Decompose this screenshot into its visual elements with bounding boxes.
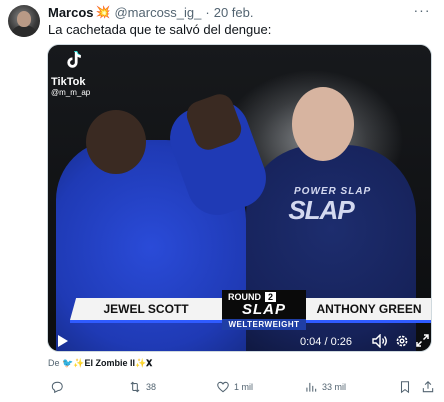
share-icon: [422, 381, 434, 393]
tweet-date[interactable]: 20 feb.: [214, 5, 254, 20]
tiktok-brand: TikTok: [51, 76, 86, 88]
fighter-left-name: JEWEL SCOTT: [70, 298, 222, 320]
author-handle[interactable]: @marcoss_ig_: [114, 5, 201, 20]
fighter-right-head: [292, 87, 354, 161]
like-count: 1 mil: [234, 382, 254, 392]
bookmark-button[interactable]: [398, 378, 416, 396]
attribution-prefix: De: [48, 358, 60, 368]
fighter-left-stripe: [70, 320, 222, 323]
retweet-button[interactable]: 38: [128, 378, 156, 396]
bookmark-icon: [400, 381, 410, 394]
settings-icon[interactable]: [394, 334, 410, 350]
tweet-actions: 38 1 mil 33 mil: [48, 378, 434, 396]
tiktok-username: @m_m_ap: [51, 88, 91, 97]
like-button[interactable]: 1 mil: [216, 378, 253, 396]
author-decoration: 💥: [95, 5, 111, 19]
fighter-left-head: [86, 110, 146, 174]
video-player[interactable]: POWER SLAP SLAP TikTok @m_m_ap JEWEL SCOT…: [47, 44, 432, 352]
fighter-right-name: ANTHONY GREEN: [306, 298, 431, 320]
video-attribution: De 🐦✨El Zombie II✨𝐗: [48, 358, 152, 369]
heart-icon: [217, 381, 229, 393]
video-controls: 0:04 / 0:26: [48, 331, 431, 351]
shirt-logo-text: POWER SLAP: [294, 186, 372, 197]
division-label: WELTERWEIGHT: [222, 319, 306, 330]
shirt-logo: POWER SLAP SLAP: [288, 186, 372, 225]
volume-icon[interactable]: [371, 333, 389, 350]
play-icon[interactable]: [56, 334, 70, 350]
tweet: Marcos 💥 @marcoss_ig_ · 20 feb. ··· La c…: [0, 0, 444, 402]
tweet-text: La cachetada que te salvó del dengue:: [48, 22, 272, 37]
tweet-header: Marcos 💥 @marcoss_ig_ · 20 feb.: [48, 4, 254, 20]
slap-logo: SLAP: [241, 301, 286, 318]
tiktok-icon: [67, 51, 81, 68]
reply-button[interactable]: [50, 378, 68, 396]
attribution-source[interactable]: 🐦✨El Zombie II✨𝐗: [62, 358, 152, 368]
tiktok-watermark: TikTok @m_m_ap: [51, 49, 90, 97]
reply-icon: [51, 381, 63, 394]
fullscreen-icon[interactable]: [415, 334, 429, 350]
separator: ·: [205, 4, 210, 20]
more-options-icon[interactable]: ···: [412, 3, 432, 20]
video-time: 0:04 / 0:26: [300, 336, 352, 348]
share-button[interactable]: [421, 378, 439, 396]
fight-lower-third: JEWEL SCOTT ROUND 2 SLAP WELTERWEIGHT ANT…: [70, 290, 431, 330]
retweet-count: 38: [146, 382, 157, 392]
avatar-face: [17, 11, 31, 27]
views-icon: [306, 382, 317, 392]
fighter-right-stripe: [306, 320, 431, 323]
views-count: 33 mil: [322, 382, 347, 392]
author-name[interactable]: Marcos: [48, 5, 94, 20]
avatar[interactable]: [8, 5, 40, 37]
retweet-icon: [130, 381, 140, 393]
views-button[interactable]: 33 mil: [304, 378, 346, 396]
